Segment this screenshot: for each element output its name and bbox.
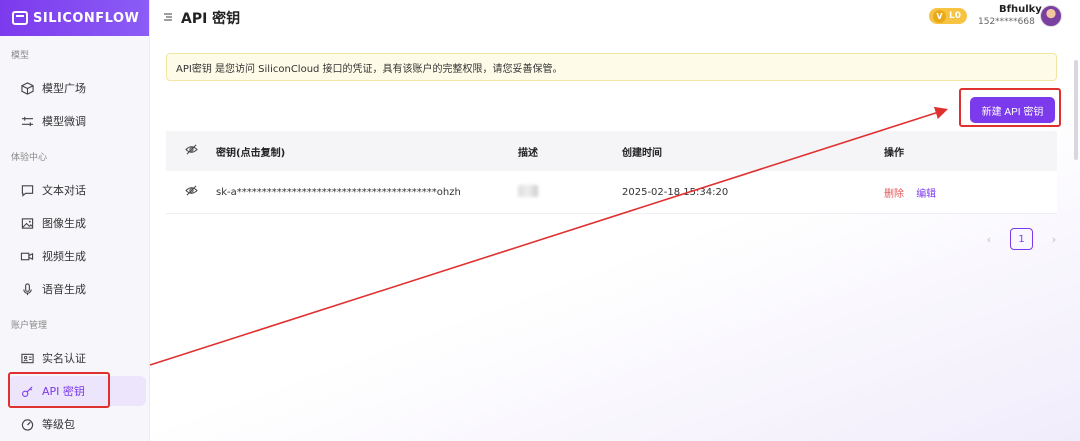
section-title-models: 模型 xyxy=(11,51,30,61)
api-key-created: 2025-02-18 15:34:20 xyxy=(622,186,729,198)
notice-banner: API密钥 是您访问 SiliconCloud 接口的凭证，具有该账户的完整权限… xyxy=(166,53,1057,81)
cube-icon xyxy=(20,81,34,95)
edit-link[interactable]: 编辑 xyxy=(916,189,936,200)
sliders-icon xyxy=(20,114,34,128)
section-title-experience: 体验中心 xyxy=(11,153,48,163)
column-header-key: 密钥(点击复制) xyxy=(216,147,286,159)
sidebar-item-text-chat[interactable]: 文本对话 xyxy=(8,175,146,205)
delete-link[interactable]: 删除 xyxy=(884,189,904,200)
section-title-account: 账户管理 xyxy=(11,321,48,331)
api-key-table: 密钥(点击复制) 描述 创建时间 操作 sk-a****************… xyxy=(166,131,1057,214)
mic-icon xyxy=(20,282,34,296)
video-icon xyxy=(20,249,34,263)
brand-name: SILICONFLOW xyxy=(33,10,140,26)
main-content: API 密钥 V L0 Bfhulky 152*****668 API密钥 是您… xyxy=(151,0,1080,441)
avatar[interactable] xyxy=(1040,5,1062,27)
annotation-highlight-new-key xyxy=(959,88,1061,127)
column-header-ops: 操作 xyxy=(884,147,904,159)
pagination: ‹ 1 › xyxy=(981,228,1062,250)
scrollbar[interactable] xyxy=(1074,60,1078,160)
sidebar-item-label: 实名认证 xyxy=(42,352,86,365)
row-actions: 删除 编辑 xyxy=(884,185,1057,200)
sidebar-item-label: 图像生成 xyxy=(42,217,86,230)
user-name: Bfhulky xyxy=(999,4,1042,15)
image-icon xyxy=(20,216,34,230)
id-card-icon xyxy=(20,351,34,365)
chat-icon xyxy=(20,183,34,197)
column-header-time: 创建时间 xyxy=(622,147,662,159)
visibility-toggle-all[interactable] xyxy=(166,144,216,158)
annotation-highlight-api-nav xyxy=(8,372,110,408)
column-header-desc: 描述 xyxy=(518,147,538,159)
visibility-toggle[interactable] xyxy=(166,185,216,199)
sidebar-item-label: 模型微调 xyxy=(42,115,86,128)
sidebar-item-label: 等级包 xyxy=(42,418,75,431)
api-key-description xyxy=(518,184,622,200)
table-row: sk-a************************************… xyxy=(166,171,1057,214)
sidebar-item-label: 模型广场 xyxy=(42,82,86,95)
api-key-value[interactable]: sk-a************************************… xyxy=(216,187,518,198)
page-title: API 密钥 xyxy=(181,11,241,27)
sidebar-item-image-gen[interactable]: 图像生成 xyxy=(8,208,146,238)
vip-icon: V xyxy=(933,9,946,23)
sidebar-item-level-pack[interactable]: 等级包 xyxy=(8,409,146,439)
user-phone: 152*****668 xyxy=(978,17,1035,27)
eye-off-icon xyxy=(184,144,198,158)
level-badge-label: L0 xyxy=(949,11,961,21)
blurred-description xyxy=(518,184,538,197)
notice-text: API密钥 是您访问 SiliconCloud 接口的凭证，具有该账户的完整权限… xyxy=(176,63,563,75)
eye-off-icon xyxy=(184,185,198,199)
page-number[interactable]: 1 xyxy=(1010,228,1033,250)
sidebar-item-label: 语音生成 xyxy=(42,283,86,296)
sidebar-item-video-gen[interactable]: 视频生成 xyxy=(8,241,146,271)
brand-logo[interactable]: SILICONFLOW xyxy=(0,0,149,36)
sidebar-item-model-finetune[interactable]: 模型微调 xyxy=(8,106,146,136)
menu-collapse-icon[interactable] xyxy=(163,12,173,25)
table-header: 密钥(点击复制) 描述 创建时间 操作 xyxy=(166,131,1057,171)
sidebar-item-model-square[interactable]: 模型广场 xyxy=(8,73,146,103)
sidebar-item-label: 文本对话 xyxy=(42,184,86,197)
level-badge[interactable]: V L0 xyxy=(929,8,967,24)
sidebar-item-real-name[interactable]: 实名认证 xyxy=(8,343,146,373)
gauge-icon xyxy=(20,417,34,431)
sidebar-item-audio-gen[interactable]: 语音生成 xyxy=(8,274,146,304)
prev-page-button[interactable]: ‹ xyxy=(981,233,997,246)
logo-icon xyxy=(12,11,28,25)
sidebar-item-label: 视频生成 xyxy=(42,250,86,263)
next-page-button[interactable]: › xyxy=(1046,233,1062,246)
